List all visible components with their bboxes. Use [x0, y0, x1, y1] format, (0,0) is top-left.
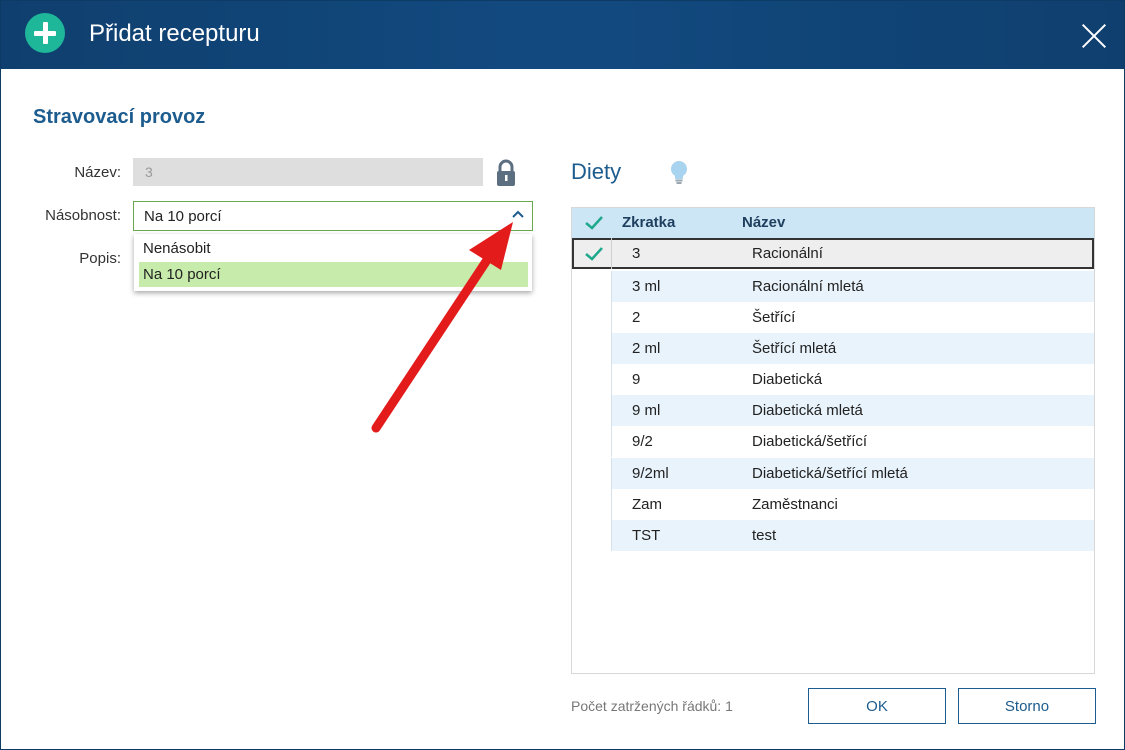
- row-checkbox[interactable]: [572, 426, 612, 457]
- cell-code: Zam: [632, 496, 662, 513]
- cancel-button[interactable]: Storno: [958, 688, 1096, 724]
- row-checkbox[interactable]: [572, 333, 612, 364]
- plus-circle-icon: [25, 13, 65, 53]
- description-label: Popis:: [79, 250, 121, 267]
- ok-button[interactable]: OK: [808, 688, 946, 724]
- cell-code: 3 ml: [632, 278, 661, 295]
- lightbulb-icon[interactable]: [669, 160, 689, 186]
- cell-name: Zaměstnanci: [752, 496, 838, 513]
- table-row[interactable]: 2 Šetřící: [572, 302, 1094, 333]
- row-checkbox[interactable]: [572, 489, 612, 520]
- name-input: 3: [133, 158, 483, 186]
- cell-name: Diabetická/šetřící mletá: [752, 465, 908, 482]
- row-checkbox[interactable]: [572, 520, 612, 551]
- red-arrow: [371, 222, 513, 433]
- row-checkbox[interactable]: [572, 458, 612, 489]
- multiplicity-label: Násobnost:: [45, 207, 121, 224]
- close-icon[interactable]: [1079, 21, 1109, 51]
- column-header-code[interactable]: Zkratka: [622, 214, 675, 231]
- checkmark-icon[interactable]: [584, 215, 604, 231]
- cell-name: Diabetická mletá: [752, 402, 863, 419]
- cell-code: 2 ml: [632, 340, 661, 357]
- checkmark-icon: [585, 247, 603, 261]
- table-row[interactable]: 9 Diabetická: [572, 364, 1094, 395]
- cell-name: Šetřící: [752, 309, 796, 326]
- cell-code: 9 ml: [632, 402, 661, 419]
- cell-code: 9: [632, 371, 641, 388]
- lock-icon: [497, 159, 515, 186]
- section-title: Stravovací provoz: [33, 106, 206, 128]
- table-row[interactable]: 9 ml Diabetická mletá: [572, 395, 1094, 426]
- column-header-name[interactable]: Název: [742, 214, 785, 231]
- cell-code: 2: [632, 309, 641, 326]
- cell-code: 9/2ml: [632, 465, 669, 482]
- diets-table: Zkratka Název 3 Racionální 3 ml Racionál…: [571, 207, 1095, 674]
- table-row[interactable]: 3 Racionální: [572, 238, 1094, 269]
- add-recipe-dialog: Přidat recepturu Stravovací provoz Název…: [0, 0, 1125, 750]
- row-checkbox[interactable]: [572, 364, 612, 395]
- table-row[interactable]: 2 ml Šetřící mletá: [572, 333, 1094, 364]
- table-row[interactable]: TST test: [572, 520, 1094, 551]
- diets-title: Diety: [571, 159, 622, 184]
- title-bar: Přidat recepturu: [1, 1, 1124, 69]
- table-row[interactable]: 3 ml Racionální mletá: [572, 271, 1094, 302]
- table-row[interactable]: 9/2ml Diabetická/šetřící mletá: [572, 458, 1094, 489]
- row-checkbox[interactable]: [572, 238, 612, 269]
- cell-name: Diabetická/šetřící: [752, 433, 868, 450]
- row-checkbox[interactable]: [572, 395, 612, 426]
- row-checkbox[interactable]: [572, 302, 612, 333]
- cell-name: Racionální mletá: [752, 278, 864, 295]
- checked-count: Počet zatržených řádků: 1: [571, 698, 733, 714]
- table-header: Zkratka Název: [572, 208, 1094, 238]
- table-row[interactable]: Zam Zaměstnanci: [572, 489, 1094, 520]
- name-label: Název:: [74, 164, 121, 181]
- cell-name: Racionální: [752, 245, 823, 262]
- multiplicity-value: Na 10 porcí: [144, 208, 222, 225]
- cell-name: Šetřící mletá: [752, 340, 837, 357]
- cell-name: Diabetická: [752, 371, 823, 388]
- row-checkbox[interactable]: [572, 271, 612, 302]
- table-row[interactable]: 9/2 Diabetická/šetřící: [572, 426, 1094, 457]
- dialog-title: Přidat recepturu: [89, 20, 260, 47]
- cell-code: TST: [632, 527, 661, 544]
- cell-code: 9/2: [632, 433, 653, 450]
- cell-code: 3: [632, 245, 641, 262]
- cell-name: test: [752, 527, 777, 544]
